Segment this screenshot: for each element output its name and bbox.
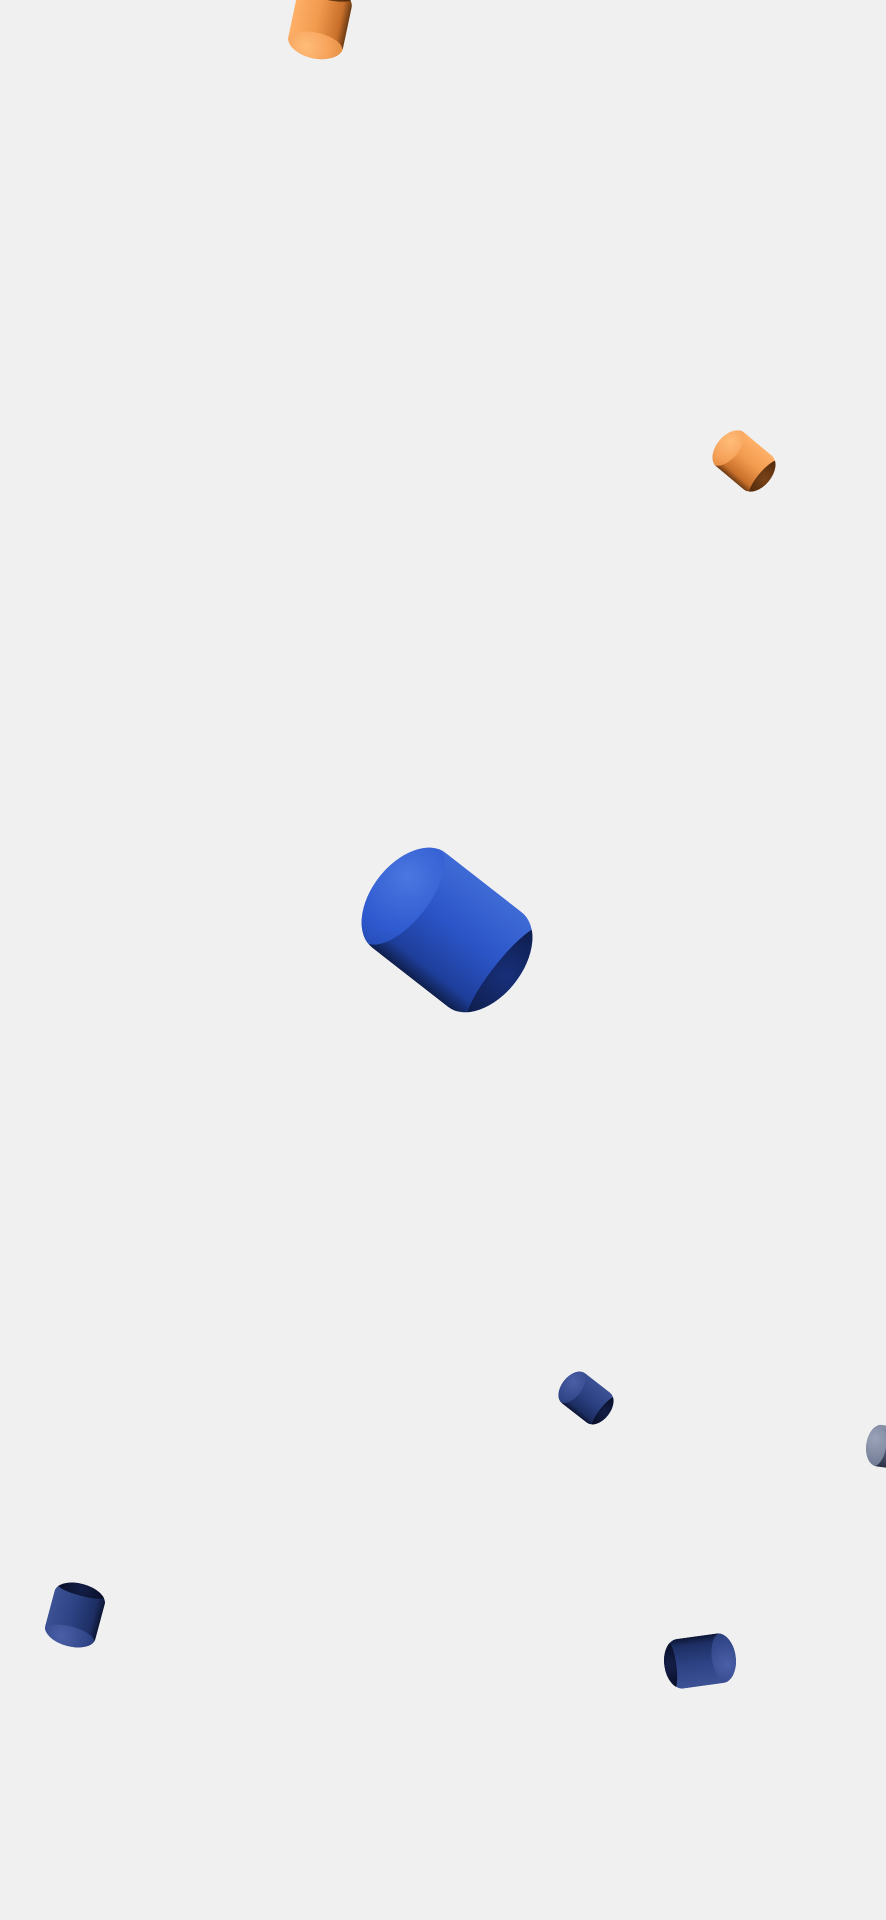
- floating-cylinders-scene: [0, 0, 886, 1920]
